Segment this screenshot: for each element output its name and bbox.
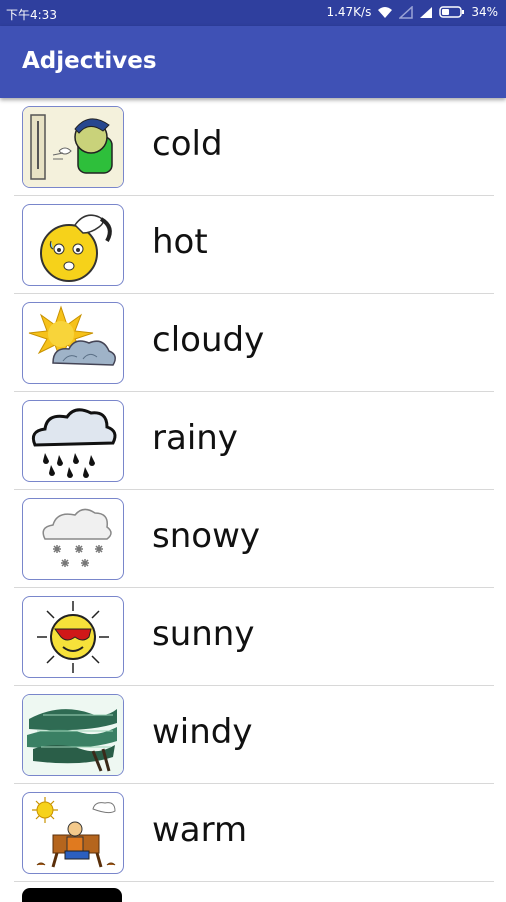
snow-cloud-icon <box>22 498 124 580</box>
network-speed: 1.47K/s <box>326 5 372 19</box>
page-title: Adjectives <box>22 48 157 74</box>
list-item-sunny[interactable]: sunny <box>14 588 494 686</box>
status-time: 下午4:33 <box>6 8 57 22</box>
app-bar: Adjectives <box>0 26 506 98</box>
hot-sun-face-icon <box>22 204 124 286</box>
wifi-icon <box>377 6 393 19</box>
wind-trees-icon <box>22 694 124 776</box>
item-label-sunny: sunny <box>152 614 255 654</box>
list-item-warm[interactable]: warm <box>14 784 494 882</box>
cold-person-icon <box>22 106 124 188</box>
sun-cloud-icon <box>22 302 124 384</box>
sun-sunglasses-icon <box>22 596 124 678</box>
adjective-list: cold hot cloudy rainy snowy sunny windy … <box>14 98 494 882</box>
item-label-warm: warm <box>152 810 248 850</box>
item-label-cloudy: cloudy <box>152 320 265 360</box>
list-item-hot[interactable]: hot <box>14 196 494 294</box>
item-label-snowy: snowy <box>152 516 260 556</box>
warm-bench-icon <box>22 792 124 874</box>
item-label-windy: windy <box>152 712 253 752</box>
battery-percent: 34% <box>471 5 498 19</box>
status-bar: 下午4:33 1.47K/s 34% <box>0 0 506 26</box>
rain-cloud-icon <box>22 400 124 482</box>
list-item-cloudy[interactable]: cloudy <box>14 294 494 392</box>
list-item-rainy[interactable]: rainy <box>14 392 494 490</box>
list-item-cold[interactable]: cold <box>14 98 494 196</box>
battery-icon <box>439 6 465 18</box>
status-right: 1.47K/s 34% <box>326 5 498 19</box>
item-label-cold: cold <box>152 124 223 164</box>
no-signal-icon <box>399 5 414 19</box>
item-label-rainy: rainy <box>152 418 238 458</box>
list-item-snowy[interactable]: snowy <box>14 490 494 588</box>
list-item-windy[interactable]: windy <box>14 686 494 784</box>
item-label-hot: hot <box>152 222 208 262</box>
signal-icon <box>419 6 433 19</box>
